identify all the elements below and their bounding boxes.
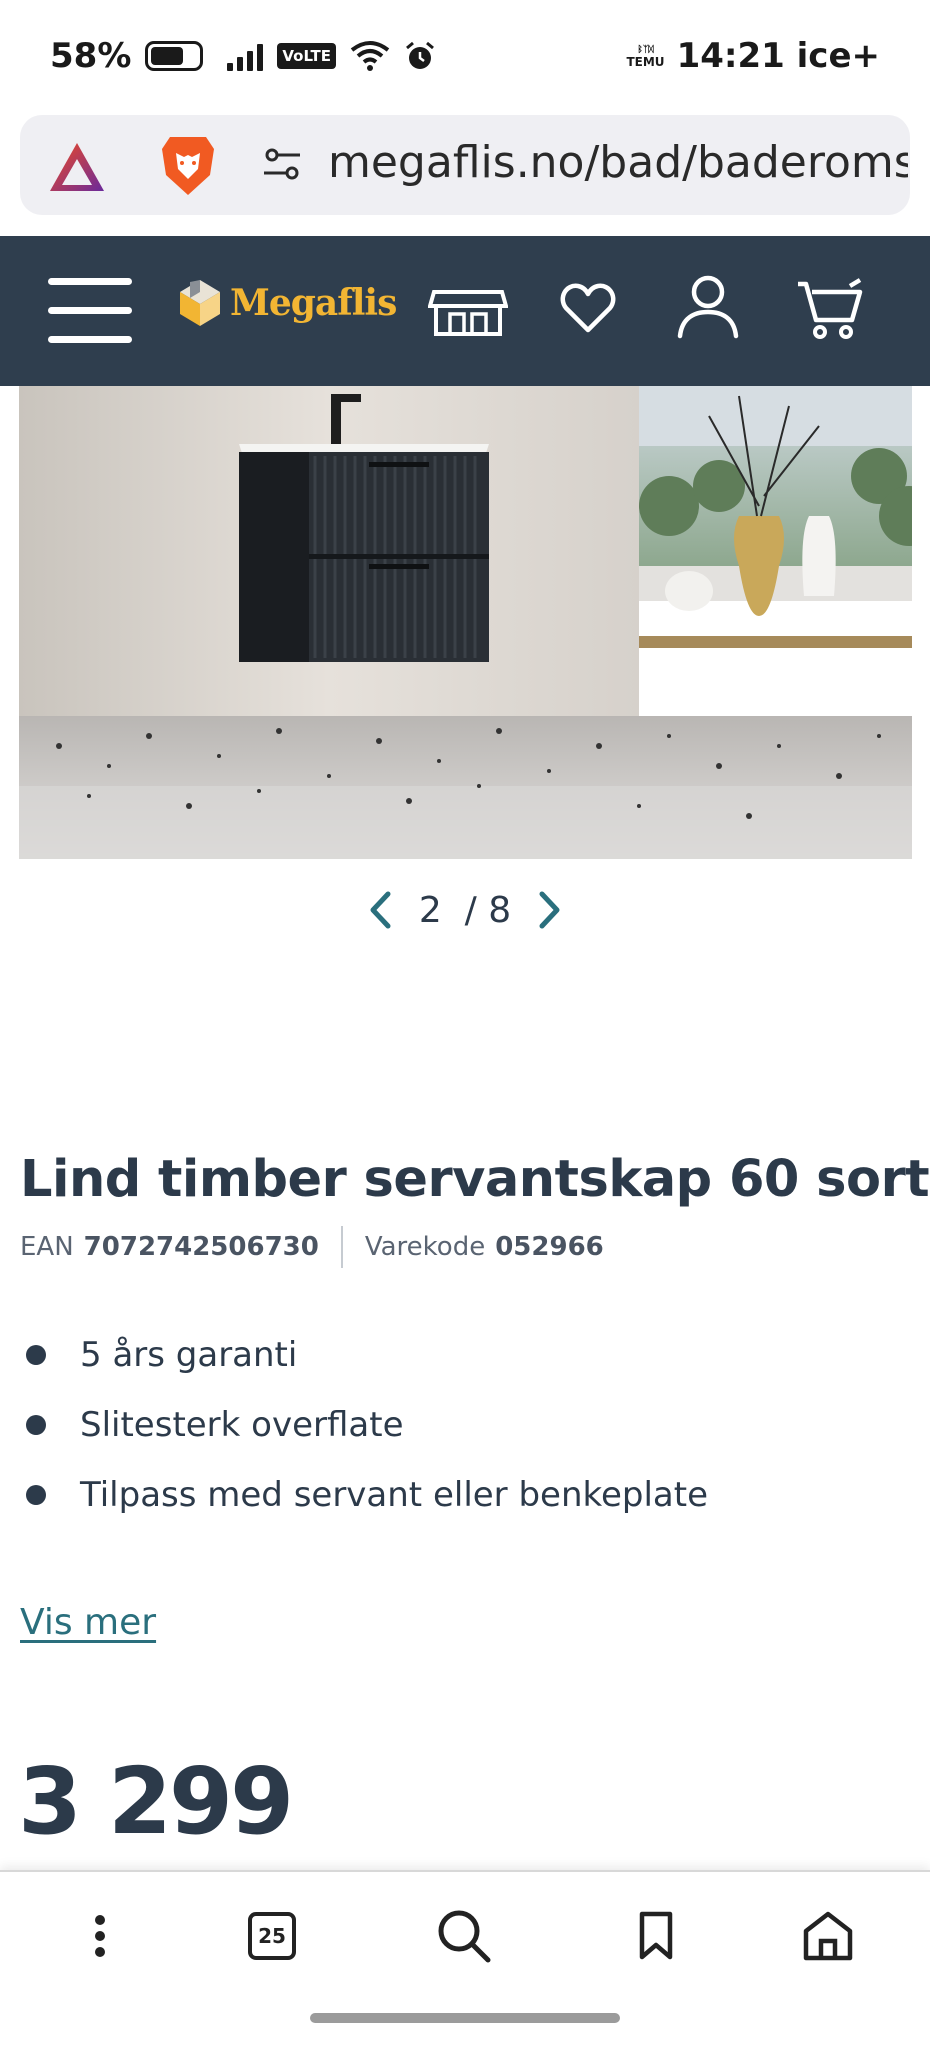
ean-value: 7072742506730 <box>83 1232 319 1262</box>
bullet-icon <box>26 1415 46 1435</box>
chevron-right-icon <box>539 891 560 929</box>
bullet-icon <box>26 1485 46 1505</box>
feature-list: 5 års garanti Slitesterk overflate Tilpa… <box>22 1320 708 1530</box>
status-bar: 58% VoLTE ᛒᛉᛞ TEMU 14:21 ice+ <box>0 0 930 112</box>
pager-status: 2 / 8 <box>418 889 512 931</box>
list-item: Slitesterk overflate <box>22 1390 708 1460</box>
user-icon[interactable] <box>676 274 740 340</box>
site-settings-icon[interactable] <box>262 145 302 185</box>
tabs-button[interactable]: 25 <box>242 1906 302 1966</box>
more-vertical-icon <box>95 1915 105 1957</box>
next-image-button[interactable] <box>533 888 567 932</box>
product-code-value: 052966 <box>495 1232 604 1262</box>
search-icon <box>438 1910 491 1963</box>
store-icon[interactable] <box>428 288 508 338</box>
url-text[interactable]: megaflis.no/bad/baderoms <box>328 137 908 188</box>
image-pager: 2 / 8 <box>0 888 930 932</box>
bullet-icon <box>26 1345 46 1365</box>
show-more-link[interactable]: Vis mer <box>20 1602 156 1643</box>
meta-divider <box>340 1226 343 1268</box>
list-item: Tilpass med servant eller benkeplate <box>22 1460 708 1530</box>
ean-label: EAN <box>20 1232 74 1262</box>
browser-triangle-icon[interactable] <box>48 141 106 193</box>
search-button[interactable] <box>434 1906 494 1966</box>
hamburger-menu-icon[interactable] <box>48 278 132 344</box>
brave-lion-icon[interactable] <box>160 135 216 197</box>
product-title: Lind timber servantskap 60 sort <box>20 1150 930 1209</box>
megaflis-logo[interactable]: Megaflis <box>178 278 397 328</box>
prev-image-button[interactable] <box>363 888 397 932</box>
volte-badge: VoLTE <box>277 43 337 69</box>
home-button[interactable] <box>798 1906 858 1966</box>
signal-icon <box>227 41 264 71</box>
product-image[interactable] <box>19 386 912 859</box>
gesture-bar[interactable] <box>310 2013 620 2023</box>
temu-notification-icon: ᛒᛉᛞ TEMU <box>626 45 665 69</box>
product-code-label: Varekode <box>364 1232 486 1262</box>
address-bar[interactable]: megaflis.no/bad/baderoms <box>20 115 910 215</box>
alarm-icon <box>406 41 435 69</box>
heart-icon[interactable] <box>560 280 616 336</box>
bookmark-icon <box>639 1911 673 1960</box>
logo-mark-icon <box>180 280 220 326</box>
list-item: 5 års garanti <box>22 1320 708 1390</box>
battery-percent: 58% <box>50 36 132 76</box>
home-icon <box>803 1911 853 1961</box>
product-meta: EAN 7072742506730 Varekode 052966 <box>20 1226 604 1268</box>
wifi-icon <box>350 41 390 71</box>
chevron-left-icon <box>370 891 391 929</box>
cart-icon[interactable] <box>796 274 864 342</box>
clock: 14:21 ice+ <box>676 36 880 76</box>
site-header: Megaflis <box>0 236 930 386</box>
battery-icon <box>145 41 204 71</box>
tab-count: 25 <box>248 1912 296 1960</box>
product-price: 3 299 <box>18 1748 294 1855</box>
bookmark-button[interactable] <box>626 1906 686 1966</box>
more-menu-button[interactable] <box>70 1906 130 1966</box>
